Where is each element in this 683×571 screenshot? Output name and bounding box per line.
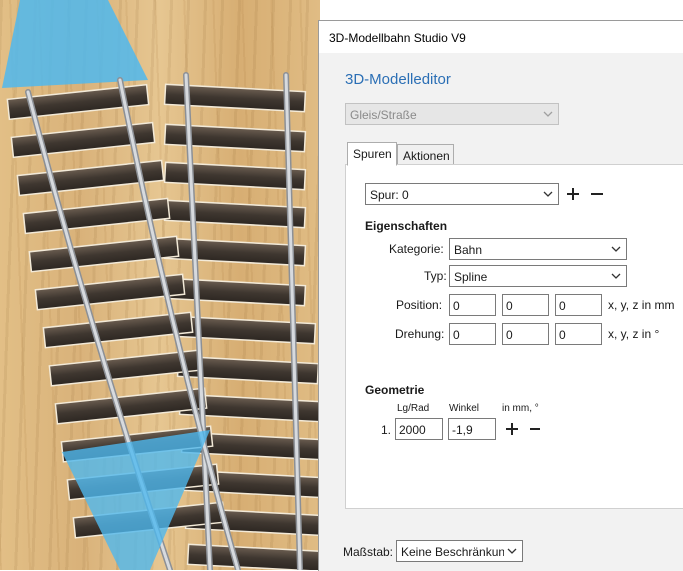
geometry-angle-value: -1,9 xyxy=(452,423,473,437)
rotation-z-input[interactable]: 0 xyxy=(555,323,602,345)
type-select-value: Gleis/Straße xyxy=(350,108,417,122)
chevron-down-icon xyxy=(611,273,621,279)
rotation-z-value: 0 xyxy=(559,328,566,342)
geometry-heading: Geometrie xyxy=(365,383,425,397)
type-select-spline[interactable]: Spline xyxy=(449,265,627,287)
position-unit: x, y, z in mm xyxy=(608,298,675,312)
tab-spuren-label: Spuren xyxy=(353,147,392,161)
position-label: Position: xyxy=(396,298,443,312)
geometry-col-angle: Winkel xyxy=(449,403,480,414)
properties-heading: Eigenschaften xyxy=(365,219,448,233)
rotation-y-input[interactable]: 0 xyxy=(502,323,549,345)
category-label: Kategorie: xyxy=(389,242,444,256)
rotation-x-input[interactable]: 0 xyxy=(449,323,496,345)
track-scene xyxy=(2,0,320,570)
geometry-angle-input[interactable]: -1,9 xyxy=(448,418,496,440)
plus-icon[interactable] xyxy=(502,419,522,439)
chevron-down-icon xyxy=(543,111,553,117)
tab-aktionen-label: Aktionen xyxy=(403,149,450,163)
type-select: Gleis/Straße xyxy=(345,103,559,125)
rotation-y-value: 0 xyxy=(506,328,513,342)
minus-icon[interactable] xyxy=(525,419,545,439)
editor-window: 3D-Modellbahn Studio V9 3D-Modelleditor … xyxy=(318,20,683,571)
chevron-down-icon xyxy=(611,246,621,252)
3d-viewport[interactable] xyxy=(0,0,320,570)
start-marker-icon[interactable] xyxy=(2,0,148,88)
geometry-col-unit: in mm, ° xyxy=(502,403,539,414)
chevron-down-icon xyxy=(543,191,553,197)
geometry-row-index: 1. xyxy=(381,423,392,437)
position-z-value: 0 xyxy=(559,299,566,313)
plus-icon[interactable] xyxy=(563,184,583,204)
minus-icon[interactable] xyxy=(587,184,607,204)
position-x-value: 0 xyxy=(453,299,460,313)
position-y-value: 0 xyxy=(506,299,513,313)
title-bar[interactable]: 3D-Modellbahn Studio V9 xyxy=(319,21,683,53)
type-value: Spline xyxy=(454,270,488,284)
scale-select[interactable]: Keine Beschränkung xyxy=(396,540,523,562)
rotation-unit: x, y, z in ° xyxy=(608,327,660,341)
track-select-value: Spur: 0 xyxy=(370,188,409,202)
category-select[interactable]: Bahn xyxy=(449,238,627,260)
tab-aktionen[interactable]: Aktionen xyxy=(397,144,454,166)
track-select[interactable]: Spur: 0 xyxy=(365,183,559,205)
rotation-x-value: 0 xyxy=(453,328,460,342)
rotation-label: Drehung: xyxy=(395,327,445,341)
tab-spuren[interactable]: Spuren xyxy=(347,142,397,166)
scale-label: Maßstab: xyxy=(343,545,394,559)
editor-title: 3D-Modelleditor xyxy=(345,71,451,88)
footer-bar: Maßstab: Keine Beschränkung xyxy=(319,529,683,571)
window-title: 3D-Modellbahn Studio V9 xyxy=(329,31,466,45)
chevron-down-icon xyxy=(507,548,517,554)
position-x-input[interactable]: 0 xyxy=(449,294,496,316)
scale-value: Keine Beschränkung xyxy=(401,545,504,559)
position-z-input[interactable]: 0 xyxy=(555,294,602,316)
geometry-col-length: Lg/Rad xyxy=(397,403,430,414)
geometry-length-value: 2000 xyxy=(399,423,426,437)
category-value: Bahn xyxy=(454,243,483,257)
geometry-length-input[interactable]: 2000 xyxy=(395,418,443,440)
position-y-input[interactable]: 0 xyxy=(502,294,549,316)
type-label: Typ: xyxy=(424,269,447,283)
